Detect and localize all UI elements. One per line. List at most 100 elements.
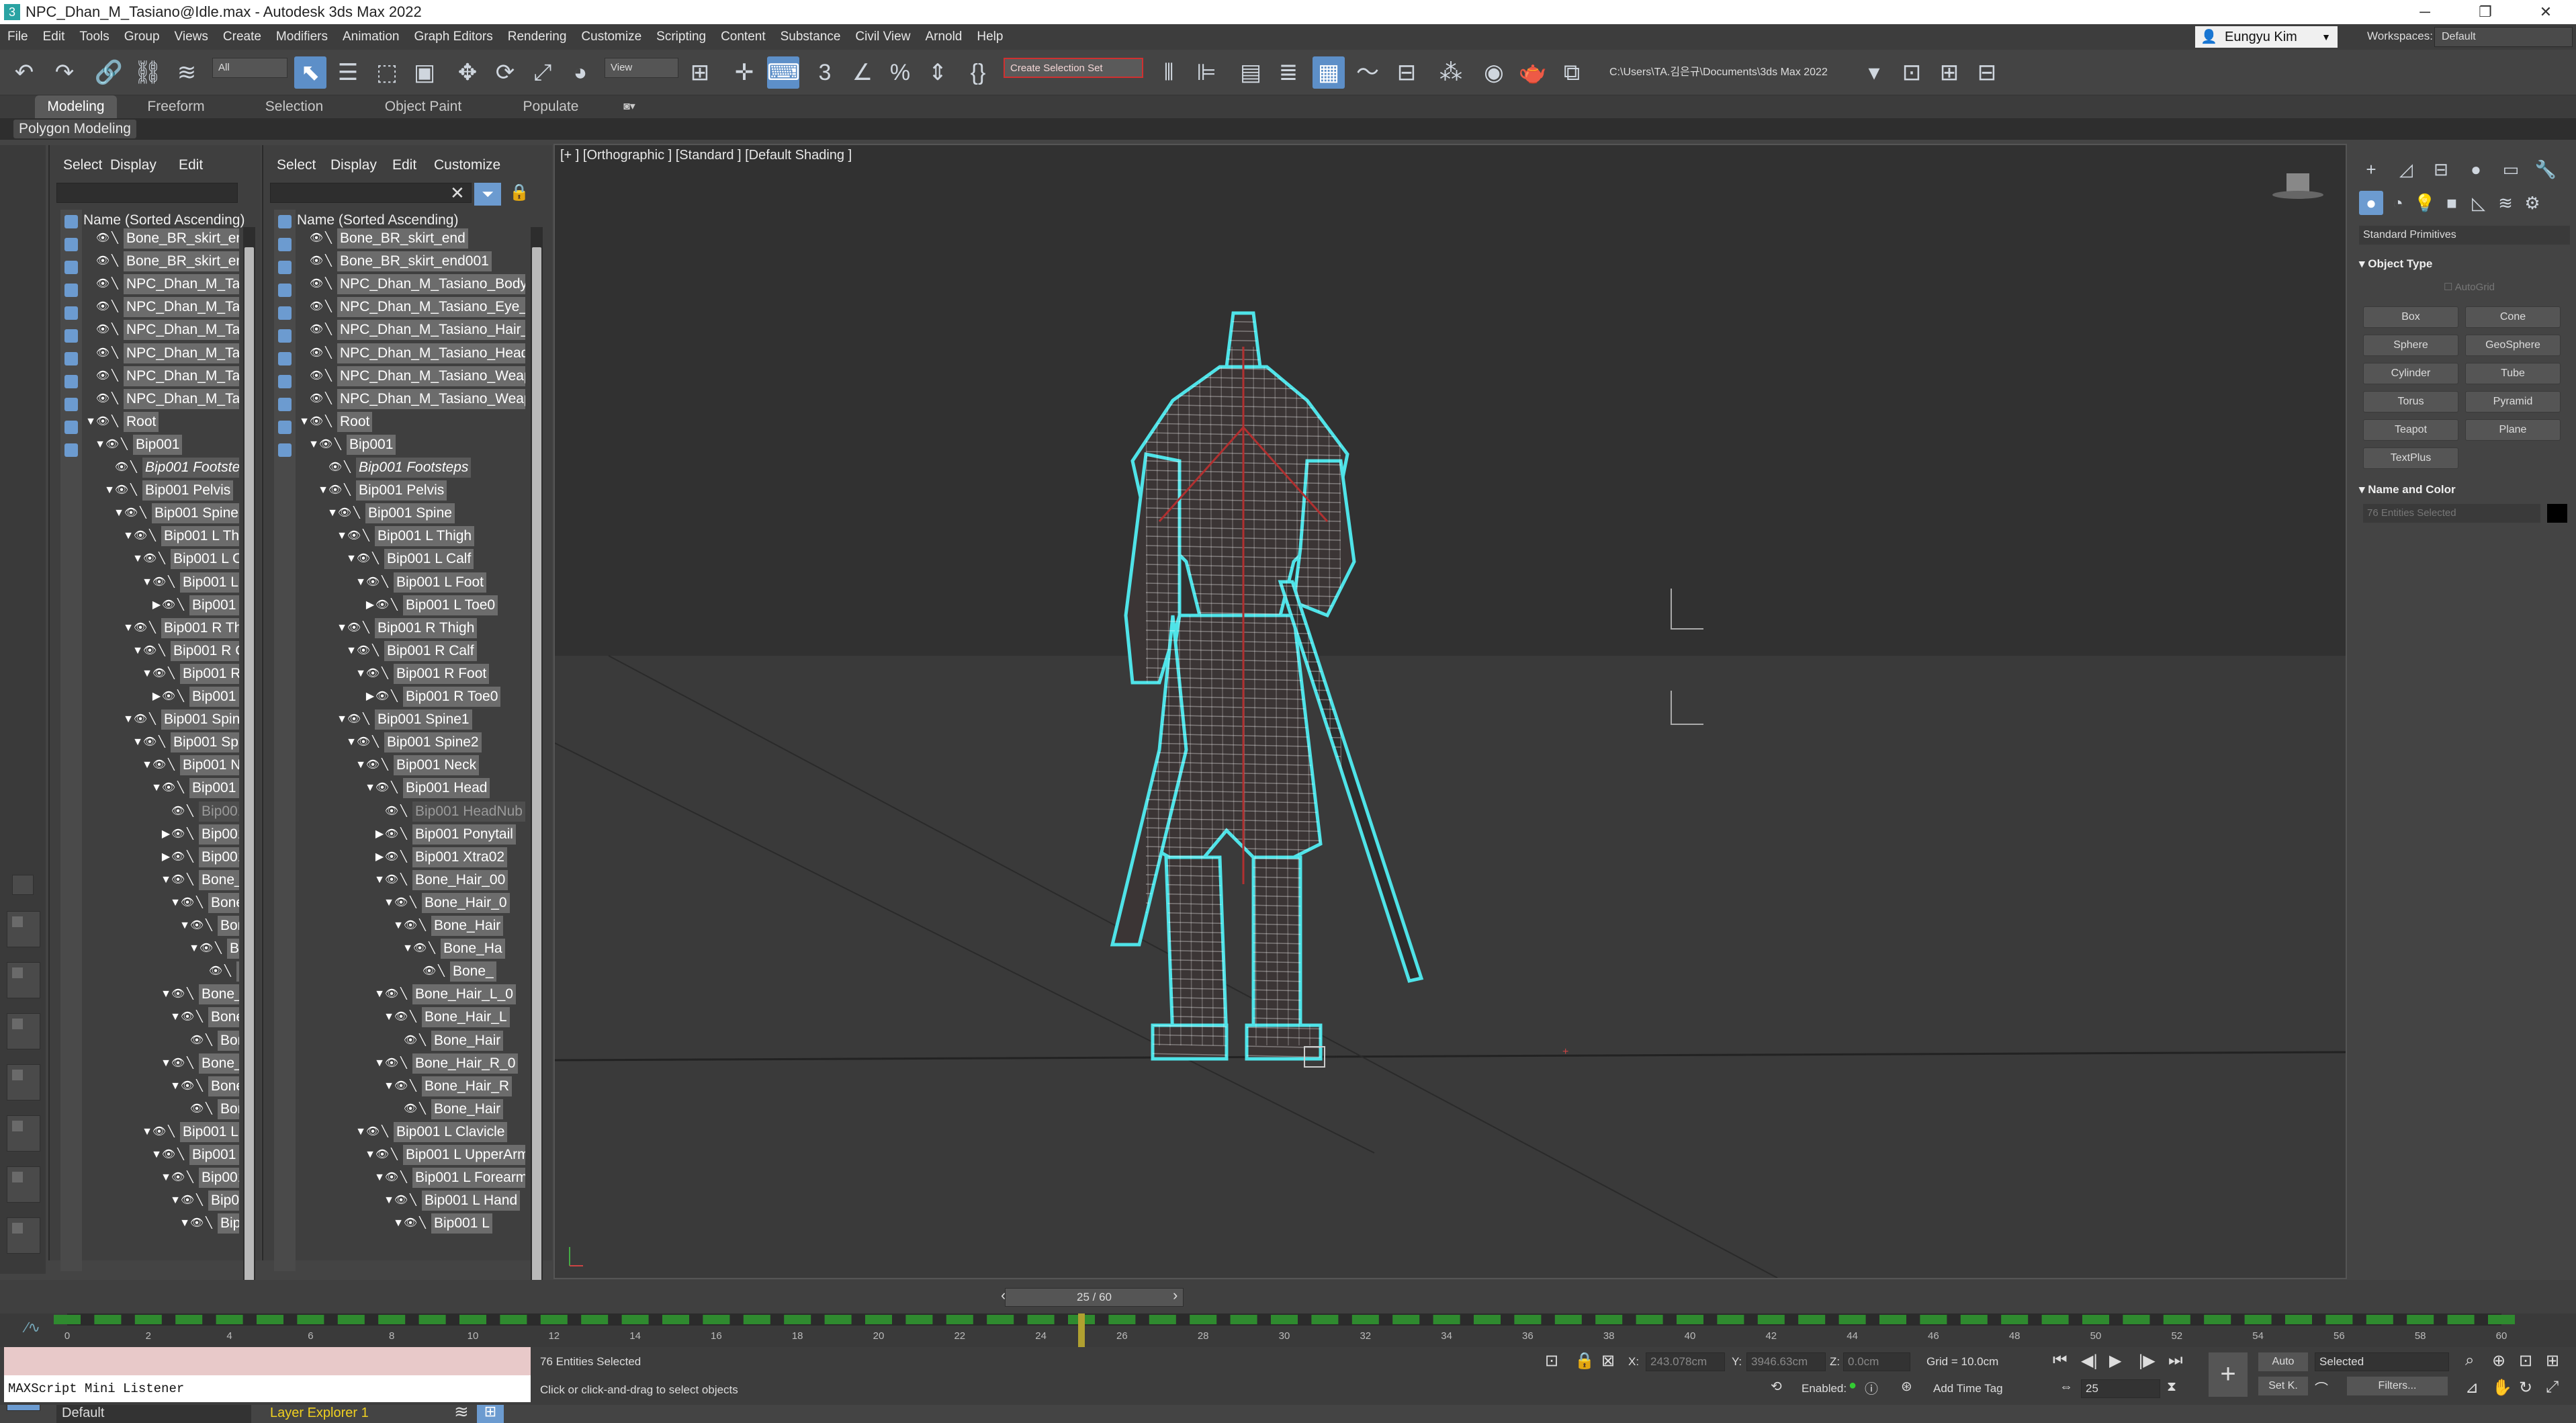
cylinder-button[interactable]: Cylinder	[2363, 363, 2458, 384]
tree-row[interactable]: 👁╲Bone_Hair	[82, 1098, 239, 1121]
workspaces-select[interactable]: Default	[2434, 27, 2573, 47]
maxscript-listener[interactable]: MAXScript Mini Listener	[4, 1347, 531, 1405]
freeze-icon[interactable]: ╲	[415, 1029, 430, 1052]
freeze-icon[interactable]: ╲	[425, 937, 439, 960]
category-filter-icon[interactable]	[64, 215, 78, 228]
scale-icon[interactable]: ⤢	[527, 56, 559, 89]
menu-edit[interactable]: Edit	[179, 157, 203, 173]
freeze-icon[interactable]: ╲	[145, 617, 160, 640]
spinner-snap-icon[interactable]: ⇕	[922, 56, 954, 89]
freeze-icon[interactable]: ╲	[387, 685, 402, 708]
freeze-icon[interactable]: ╲	[330, 433, 345, 456]
category-filter-icon[interactable]	[278, 329, 292, 343]
freeze-icon[interactable]: ╲	[107, 318, 122, 341]
tab-object-paint[interactable]: Object Paint	[376, 95, 470, 118]
selection-filter-dropdown[interactable]: All	[212, 58, 287, 78]
freeze-icon[interactable]: ╲	[183, 800, 197, 823]
geometry-icon[interactable]: ●	[2359, 191, 2383, 215]
freeze-icon[interactable]: ╲	[220, 960, 235, 983]
absolute-mode-icon[interactable]: ⊠	[1601, 1351, 1615, 1371]
viewport-orthographic[interactable]: + [+ ] [Orthographic ] [Standard ] [Defa…	[553, 144, 2347, 1279]
pivot-center-icon[interactable]: ⊞	[684, 56, 716, 89]
go-to-end-icon[interactable]: ⏭	[2168, 1351, 2183, 1370]
key-mode-icon[interactable]: ⇔	[2059, 1379, 2073, 1395]
angle-snap-icon[interactable]: ∠	[846, 56, 879, 89]
freeze-icon[interactable]: ╲	[202, 1098, 216, 1121]
isolate-selection-icon[interactable]: ⊡	[1545, 1351, 1558, 1371]
tree-row[interactable]: ▼👁╲Bip001 L Calf	[296, 548, 525, 570]
tree-row[interactable]: 👁╲Bip001 Footsteps	[296, 456, 525, 479]
previous-key-icon[interactable]: ◀|	[2081, 1351, 2098, 1371]
move-icon[interactable]: ✥	[451, 56, 484, 89]
freeze-icon[interactable]: ╲	[321, 273, 336, 296]
tree-row[interactable]: ▶👁╲Bip001 L Toe0	[296, 594, 525, 617]
pan-icon[interactable]: ✋	[2492, 1378, 2512, 1397]
snaps-toggle-icon[interactable]: 3	[809, 56, 841, 89]
key-filters-button[interactable]: Filters...	[2347, 1377, 2448, 1395]
menu-select[interactable]: Select	[277, 157, 316, 173]
primitive-category-dropdown[interactable]: Standard Primitives	[2359, 226, 2570, 245]
tree-row[interactable]: 👁╲Bone_Hair	[82, 1029, 239, 1052]
toggle-ribbon-icon[interactable]: ▦	[1313, 56, 1345, 89]
category-filter-icon[interactable]	[64, 238, 78, 251]
menu-animation[interactable]: Animation	[335, 30, 407, 44]
freeze-icon[interactable]: ╲	[154, 640, 169, 662]
add-time-tag[interactable]: Add Time Tag	[1933, 1382, 2003, 1395]
tree-row[interactable]: ▼👁╲Bip001 L Forearm	[82, 1166, 239, 1189]
category-filter-icon[interactable]	[278, 398, 292, 411]
modify-tab-icon[interactable]: ◿	[2394, 157, 2418, 181]
tree-row[interactable]: ▼👁╲Bip001 R Foot	[296, 662, 525, 685]
selection-lock-icon[interactable]: 🔒	[1574, 1351, 1595, 1371]
freeze-icon[interactable]: ╲	[377, 1121, 392, 1144]
tree-row[interactable]: ▼👁╲Bone_Hair_01	[82, 892, 239, 914]
tree-row[interactable]: 👁╲NPC_Dhan_M_Tasiano_Head	[82, 342, 239, 365]
tree-row[interactable]: ▼ 👁 ╲ Root	[296, 411, 525, 433]
time-slider[interactable]: 25 / 60	[1005, 1288, 1184, 1307]
window-crossing-icon[interactable]: ▣	[408, 56, 441, 89]
select-object-icon[interactable]: ⬉	[294, 56, 326, 89]
tree-row[interactable]: 👁╲NPC_Dhan_M_Tasiano_Weapon	[82, 388, 239, 411]
schematic-view-icon[interactable]: ⁂	[1435, 56, 1467, 89]
rectangular-selection-icon[interactable]: ⬚	[371, 56, 403, 89]
freeze-icon[interactable]: ╲	[107, 411, 122, 433]
freeze-icon[interactable]: ╲	[107, 296, 122, 318]
tree-row[interactable]: ▶👁╲Bip001 Ponytail	[82, 823, 239, 846]
category-filter-icon[interactable]	[64, 375, 78, 388]
freeze-icon[interactable]: ╲	[192, 1006, 207, 1029]
key-filter-dropdown[interactable]: Selected	[2315, 1352, 2449, 1371]
freeze-icon[interactable]: ╲	[368, 640, 383, 662]
freeze-icon[interactable]: ╲	[154, 548, 169, 570]
lights-icon[interactable]: 💡	[2413, 191, 2437, 215]
object-name-field[interactable]: 76 Entities Selected	[2363, 504, 2540, 523]
freeze-icon[interactable]: ╲	[145, 708, 160, 731]
tree-row[interactable]: ▼👁╲Bip001 L	[82, 1212, 239, 1235]
freeze-icon[interactable]: ╲	[321, 365, 336, 388]
set-key-icon[interactable]: +	[2209, 1352, 2248, 1397]
freeze-icon[interactable]: ╲	[183, 823, 197, 846]
menu-create[interactable]: Create	[216, 30, 269, 44]
viewport-layout-icon[interactable]: ⊡	[1896, 56, 1928, 89]
tree-row[interactable]: ▼👁╲Bip001 Head	[82, 777, 239, 800]
project-folder-dropdown[interactable]: C:\Users\TA.김은규\Documents\3ds Max 2022	[1604, 59, 1851, 86]
cone-button[interactable]: Cone	[2465, 306, 2561, 328]
tree-row[interactable]: ▼ 👁 ╲ Bone_Ha	[296, 937, 525, 960]
freeze-icon[interactable]: ╲	[415, 1098, 430, 1121]
tree-row[interactable]: 👁╲Bip001 HeadNub	[82, 800, 239, 823]
vertical-scrollbar[interactable]	[243, 227, 255, 1376]
freeze-icon[interactable]: ╲	[117, 433, 132, 456]
tab-freeform[interactable]: Freeform	[134, 95, 218, 118]
category-filter-icon[interactable]	[278, 352, 292, 365]
geosphere-button[interactable]: GeoSphere	[2465, 335, 2561, 356]
track-bar[interactable]: ∕∿ 0 2 4 6 8 10 12 14 16 18 20 22 24 26 28 30 32 34 36 38 40…	[0, 1313, 2576, 1347]
key-tangent-icon[interactable]: ⌒	[2315, 1378, 2328, 1397]
maximize-viewport-icon[interactable]: ⤢	[2546, 1378, 2559, 1397]
box-button[interactable]: Box	[2363, 306, 2458, 328]
zoom-icon[interactable]: ⌕	[2465, 1351, 2474, 1370]
menu-display[interactable]: Display	[110, 157, 157, 173]
tree-row[interactable]: ▼👁╲Bone_Hair	[82, 914, 239, 937]
category-filter-icon[interactable]	[64, 443, 78, 457]
tree-row[interactable]: 👁╲NPC_Dhan_M_Tasiano_Hair	[82, 318, 239, 341]
freeze-icon[interactable]: ╲	[107, 365, 122, 388]
menu-modifiers[interactable]: Modifiers	[269, 30, 335, 44]
helpers-icon[interactable]: ◺	[2467, 191, 2491, 215]
